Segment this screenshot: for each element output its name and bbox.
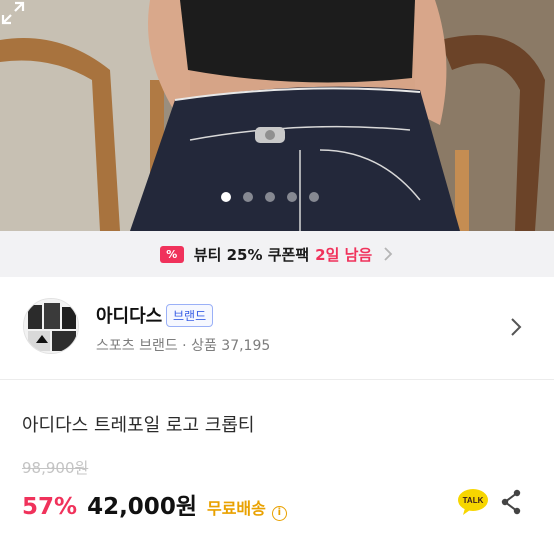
discount-rate: 57% [22, 494, 78, 520]
original-price: 98,900원 [22, 459, 89, 477]
coupon-text: 뷰티 25% 쿠폰팩 [193, 245, 310, 264]
brand-avatar [23, 298, 79, 354]
free-shipping-label: 무료배송 [206, 499, 266, 518]
carousel-dot[interactable] [243, 192, 253, 202]
product-title: 아디다스 트레포일 로고 크롭티 [22, 415, 255, 436]
brand-row[interactable]: 아디다스 브랜드 스포츠 브랜드 · 상품 37,195 [0, 277, 554, 380]
brand-name: 아디다스 [96, 306, 163, 327]
coupon-banner[interactable]: % 뷰티 25% 쿠폰팩 2일 남음 [0, 231, 554, 277]
chevron-right-icon[interactable] [510, 317, 522, 337]
chevron-right-icon [384, 247, 393, 261]
share-icon[interactable] [500, 489, 522, 515]
kakao-talk-icon[interactable]: TALK [457, 488, 489, 516]
brand-badge: 브랜드 [166, 304, 214, 327]
carousel-dot[interactable] [221, 192, 231, 202]
price-row: 57% 42,000원 무료배송 i [22, 487, 287, 521]
carousel-dot[interactable] [287, 192, 297, 202]
product-image[interactable] [0, 0, 554, 231]
info-icon[interactable]: i [271, 506, 287, 521]
brand-subtitle: 스포츠 브랜드 · 상품 37,195 [96, 338, 271, 354]
expand-icon[interactable] [0, 0, 26, 26]
coupon-days-left: 2일 남음 [315, 245, 373, 264]
carousel-dot[interactable] [265, 192, 275, 202]
carousel-dots[interactable] [221, 192, 319, 202]
coupon-icon: % [159, 245, 184, 263]
carousel-dot[interactable] [309, 192, 319, 202]
sale-price: 42,000원 [87, 494, 197, 520]
talk-label: TALK [463, 496, 484, 505]
